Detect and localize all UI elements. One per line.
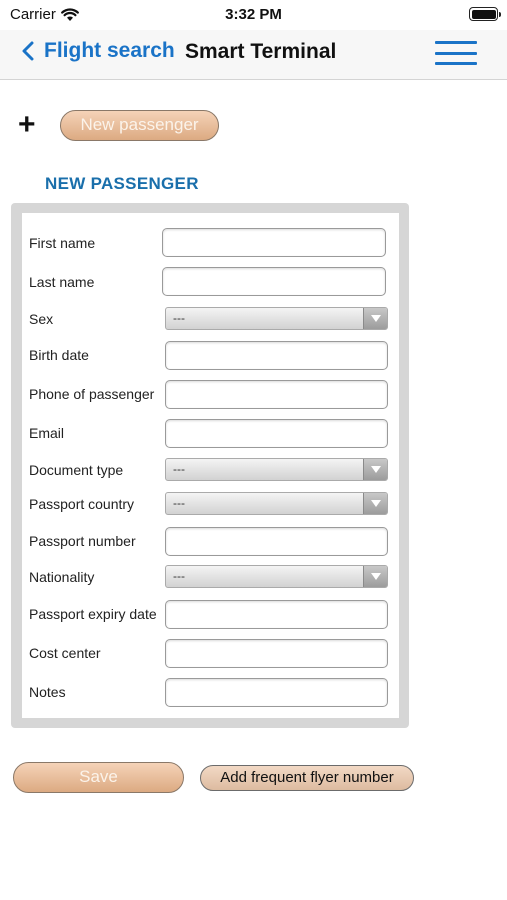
last-name-label: Last name (29, 274, 95, 290)
first-name-field[interactable] (162, 228, 386, 257)
form-section-title: NEW PASSENGER (45, 174, 199, 193)
plus-icon[interactable]: + (18, 110, 36, 140)
cost-center-field[interactable] (165, 639, 388, 668)
sex-select[interactable]: --- (165, 307, 388, 330)
nationality-select-value: --- (173, 569, 185, 583)
document-type-select-value: --- (173, 462, 185, 476)
notes-field[interactable] (165, 678, 388, 707)
save-button[interactable]: Save (13, 762, 184, 793)
passport-country-label: Passport country (29, 496, 135, 512)
document-type-label: Document type (29, 462, 124, 478)
email-label: Email (29, 425, 65, 441)
page-title: Smart Terminal (185, 40, 337, 63)
passport-country-select[interactable]: --- (165, 492, 388, 515)
cost-center-label: Cost center (29, 645, 101, 661)
back-button[interactable]: Flight search (22, 39, 175, 63)
nationality-select[interactable]: --- (165, 565, 388, 588)
status-time: 3:32 PM (225, 6, 282, 23)
sex-select-value: --- (173, 311, 185, 325)
dropdown-arrow-icon (363, 459, 387, 480)
passport-country-select-value: --- (173, 496, 185, 510)
battery-icon (469, 7, 501, 21)
passport-expiry-label: Passport expiry date (29, 606, 157, 622)
dropdown-arrow-icon (363, 566, 387, 587)
hamburger-menu-icon[interactable] (435, 41, 477, 65)
app-screen: Carrier 3:32 PM Flight search Smart Term… (0, 0, 507, 900)
passport-expiry-field[interactable] (165, 600, 388, 629)
chevron-left-icon (22, 41, 34, 61)
document-type-select[interactable]: --- (165, 458, 388, 481)
passport-number-label: Passport number (29, 533, 136, 549)
navigation-bar: Flight search Smart Terminal (0, 30, 507, 80)
new-passenger-button[interactable]: New passenger (60, 110, 219, 141)
last-name-field[interactable] (162, 267, 386, 296)
dropdown-arrow-icon (363, 493, 387, 514)
phone-field[interactable] (165, 380, 388, 409)
passport-number-field[interactable] (165, 527, 388, 556)
back-button-label: Flight search (44, 39, 175, 62)
status-bar: Carrier 3:32 PM (0, 0, 507, 30)
dropdown-arrow-icon (363, 308, 387, 329)
nationality-label: Nationality (29, 569, 95, 585)
add-frequent-flyer-button[interactable]: Add frequent flyer number (200, 765, 414, 791)
sex-label: Sex (29, 311, 54, 327)
first-name-label: First name (29, 235, 96, 251)
birth-date-field[interactable] (165, 341, 388, 370)
email-field[interactable] (165, 419, 388, 448)
phone-label: Phone of passenger (29, 386, 155, 402)
birth-date-label: Birth date (29, 347, 89, 363)
notes-label: Notes (29, 684, 66, 700)
